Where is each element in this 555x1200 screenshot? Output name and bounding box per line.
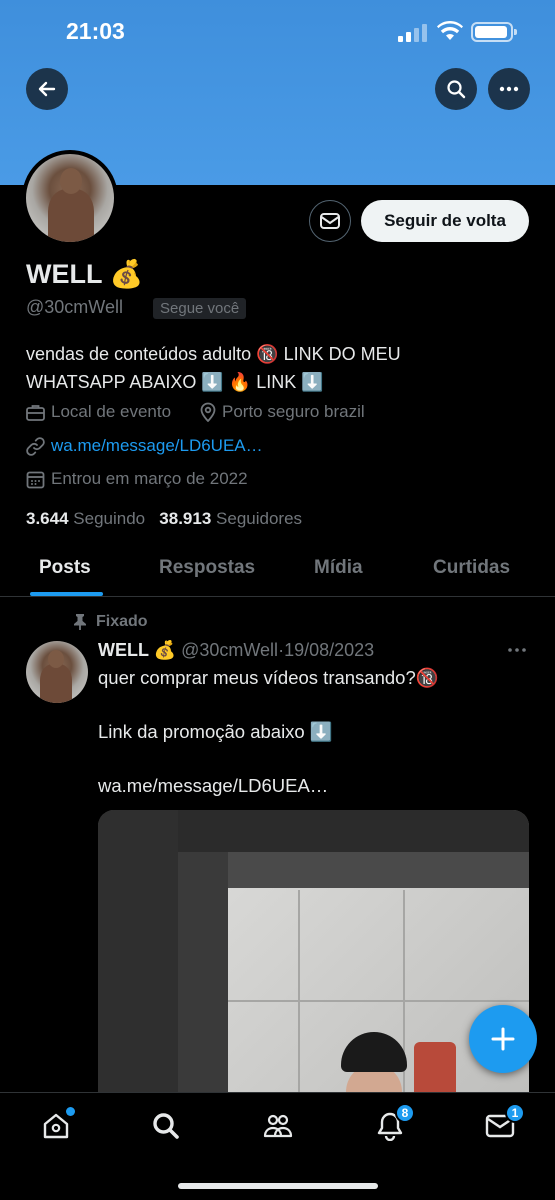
tab-likes[interactable]: Curtidas (433, 557, 510, 579)
notifications-badge: 8 (395, 1103, 415, 1123)
bottom-navigation: 8 1 (0, 1092, 555, 1200)
tab-media[interactable]: Mídia (314, 557, 363, 579)
nav-communities[interactable] (261, 1109, 295, 1143)
home-icon (43, 1113, 69, 1139)
followers-link[interactable]: 38.913 Seguidores (159, 509, 302, 528)
back-button[interactable] (26, 68, 68, 110)
plus-icon (491, 1027, 515, 1051)
bio-line: WHATSAPP ABAIXO ⬇️ 🔥 LINK ⬇️ (26, 372, 324, 392)
post-author-handle[interactable]: @30cmWell (181, 640, 278, 660)
envelope-icon (320, 213, 340, 229)
tab-replies[interactable]: Respostas (159, 557, 255, 579)
profile-name: WELL 💰 (26, 259, 144, 289)
arrow-left-icon (38, 81, 56, 97)
nav-messages[interactable]: 1 (483, 1103, 525, 1143)
post-text-line: Link da promoção abaixo ⬇️ (98, 721, 333, 742)
status-time: 21:03 (66, 18, 125, 44)
nav-search[interactable] (149, 1109, 183, 1143)
pinned-indicator: Fixado (72, 613, 148, 631)
location-pin-icon (200, 402, 216, 422)
following-link[interactable]: 3.644 Seguindo (26, 509, 145, 528)
bio-line: vendas de conteúdos adulto 🔞 LINK DO MEU (26, 344, 401, 364)
pin-icon (74, 614, 86, 630)
post-media-image[interactable] (98, 810, 529, 1110)
active-tab-indicator (30, 592, 103, 596)
more-horizontal-icon (508, 648, 526, 652)
compose-post-button[interactable] (469, 1005, 537, 1073)
more-horizontal-icon (499, 86, 519, 92)
profile-website[interactable]: wa.me/message/LD6UEA… (26, 436, 263, 456)
profile-avatar[interactable] (22, 150, 118, 246)
calendar-icon (26, 471, 45, 488)
profile-category: Local de evento (26, 402, 171, 422)
more-options-button[interactable] (488, 68, 530, 110)
website-link[interactable]: wa.me/message/LD6UEA… (51, 436, 263, 456)
follows-you-badge: Segue você (153, 298, 247, 319)
post-author-avatar[interactable] (26, 641, 88, 703)
tab-posts[interactable]: Posts (39, 557, 91, 579)
briefcase-icon (26, 404, 45, 421)
post-date[interactable]: 19/08/2023 (284, 640, 374, 660)
profile-location: Porto seguro brazil (200, 402, 365, 422)
profile-bio: vendas de conteúdos adulto 🔞 LINK DO MEU… (26, 340, 526, 396)
messages-badge: 1 (505, 1103, 525, 1123)
message-button[interactable] (309, 200, 351, 242)
wifi-icon (437, 20, 463, 42)
nav-home[interactable] (39, 1107, 75, 1143)
post-header: WELL 💰 @30cmWell·19/08/2023 (98, 640, 375, 660)
post-author-name[interactable]: WELL 💰 (98, 640, 176, 660)
post-link[interactable]: wa.me/message/LD6UEA… (98, 775, 328, 797)
signal-icon (398, 24, 428, 42)
link-icon (26, 436, 45, 456)
communities-icon (263, 1114, 293, 1138)
new-posts-dot (66, 1107, 75, 1116)
post-more-button[interactable] (506, 641, 528, 659)
follow-counts: 3.644 Seguindo 38.913 Seguidores (26, 509, 302, 529)
search-button[interactable] (435, 68, 477, 110)
home-indicator (178, 1183, 378, 1189)
profile-tabs: Posts Respostas Mídia Curtidas (0, 545, 555, 597)
battery-icon (471, 22, 517, 42)
search-icon (447, 80, 466, 99)
nav-notifications[interactable]: 8 (373, 1103, 415, 1143)
profile-handle: @30cmWell (26, 297, 123, 317)
follow-back-button[interactable]: Seguir de volta (361, 200, 529, 242)
post-text-line: quer comprar meus vídeos transando?🔞 (98, 667, 439, 688)
search-icon (153, 1113, 179, 1139)
profile-joined: Entrou em março de 2022 (26, 469, 248, 489)
status-bar: 21:03 (0, 0, 555, 60)
